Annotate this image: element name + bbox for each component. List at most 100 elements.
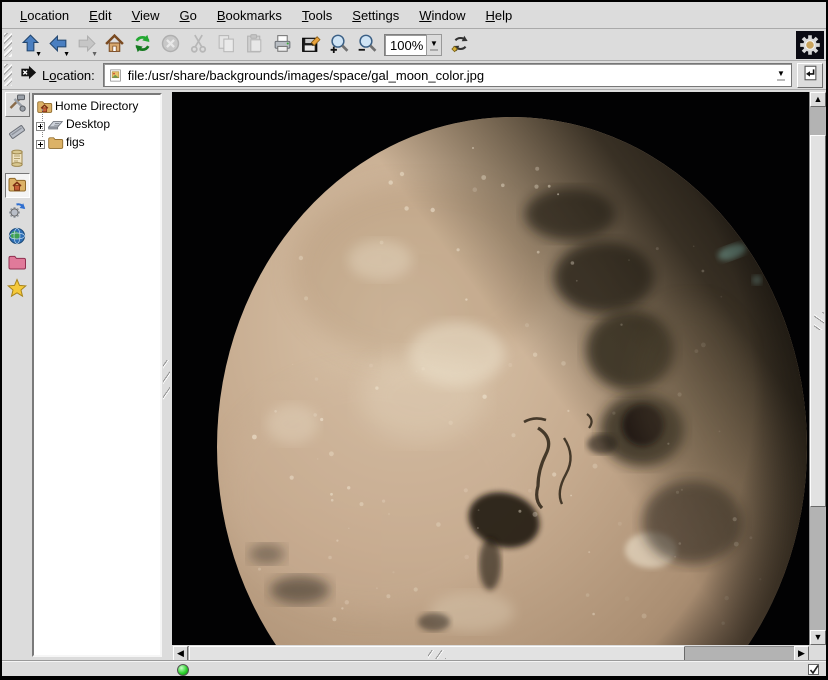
- sidebar-button-devices[interactable]: [5, 121, 30, 146]
- chevron-down-icon[interactable]: ▼: [35, 51, 42, 58]
- load-status-led: [177, 664, 189, 676]
- location-label: Location:: [42, 68, 95, 83]
- folder-tree-panel[interactable]: Home Directory Desktop figs: [32, 93, 162, 657]
- sidebar-button-bookmarks[interactable]: [5, 277, 30, 302]
- menu-go[interactable]: Go: [172, 5, 205, 26]
- vertical-scrollbar[interactable]: ▲ ▼: [809, 92, 827, 645]
- clear-location-icon: [19, 63, 38, 87]
- zoom-out-button[interactable]: [352, 31, 380, 59]
- star-icon: [7, 278, 27, 301]
- desktop-icon: [47, 116, 64, 133]
- menu-view[interactable]: View: [124, 5, 168, 26]
- zoom-out-icon: [356, 33, 377, 57]
- menu-window[interactable]: Window: [411, 5, 473, 26]
- thumb-grip: [428, 650, 446, 659]
- tree-item-desktop[interactable]: Desktop: [36, 115, 160, 133]
- sidebar-button-history[interactable]: [5, 147, 30, 172]
- tree-item-label: figs: [66, 135, 85, 149]
- scroll-right-arrow[interactable]: ▶: [794, 646, 809, 661]
- save-as-button[interactable]: [296, 31, 324, 59]
- scroll-up-arrow[interactable]: ▲: [810, 92, 826, 107]
- scrollbar-corner: [809, 646, 827, 661]
- tree-connector-line: [42, 109, 43, 137]
- moon-image: [172, 92, 809, 645]
- go-button[interactable]: [797, 63, 823, 88]
- tree-expander-icon[interactable]: [36, 138, 45, 147]
- rotate-slot: [446, 31, 474, 59]
- tree-item-home-directory[interactable]: Home Directory: [36, 97, 160, 115]
- location-input[interactable]: file:/usr/share/backgrounds/images/space…: [103, 63, 792, 87]
- rotate-icon: [450, 33, 471, 57]
- tree-expander-icon[interactable]: [36, 120, 45, 129]
- clear-location-button[interactable]: [16, 63, 40, 87]
- active-view-indicator[interactable]: [807, 663, 821, 677]
- thumb-grip: [814, 312, 824, 330]
- sidebar-button-network[interactable]: [5, 225, 30, 250]
- menu-bookmarks[interactable]: Bookmarks: [209, 5, 290, 26]
- zoom-level-value[interactable]: 100%: [384, 34, 426, 56]
- horizontal-scrollbar-thumb[interactable]: [189, 646, 685, 661]
- vertical-scrollbar-thumb[interactable]: [810, 135, 826, 507]
- home-icon: [104, 33, 125, 57]
- stop-icon: [160, 33, 181, 57]
- reload-icon: [132, 33, 153, 57]
- menu-tools[interactable]: Tools: [294, 5, 340, 26]
- sidebar-button-services[interactable]: [5, 199, 30, 224]
- hard-disk-icon: [7, 122, 27, 145]
- menubar: LocationEditViewGoBookmarksToolsSettings…: [2, 2, 826, 29]
- globe-icon: [7, 226, 27, 249]
- go-enter-icon: [801, 64, 819, 87]
- cut-icon: [188, 33, 209, 57]
- chevron-down-icon[interactable]: ▼: [773, 65, 789, 85]
- rotate-button[interactable]: [446, 31, 474, 59]
- tree-item-figs[interactable]: figs: [36, 133, 160, 151]
- panel-splitter[interactable]: [162, 92, 172, 660]
- tree-item-label: Desktop: [66, 117, 110, 131]
- statusbar: [2, 660, 826, 678]
- sidebar-button-home-directory[interactable]: [5, 173, 30, 198]
- scroll-left-arrow[interactable]: ◀: [173, 646, 188, 661]
- chevron-down-icon[interactable]: ▼: [91, 51, 98, 58]
- image-file-icon: [108, 68, 128, 83]
- menu-settings[interactable]: Settings: [344, 5, 407, 26]
- horizontal-scrollbar[interactable]: ◀ ▶: [173, 646, 809, 661]
- home-button[interactable]: [100, 31, 128, 59]
- scroll-icon: [7, 148, 27, 171]
- toolbar-drag-handle[interactable]: [4, 64, 12, 86]
- scroll-down-arrow[interactable]: ▼: [810, 630, 826, 645]
- kde-gear-logo-icon: [796, 31, 824, 59]
- zoom-in-button[interactable]: [324, 31, 352, 59]
- navigation-panel: [3, 92, 31, 662]
- folder-home-icon: [36, 98, 53, 115]
- location-toolbar: Location: file:/usr/share/backgrounds/im…: [2, 61, 826, 90]
- forward-button[interactable]: ▼: [72, 31, 100, 59]
- zoom-in-icon: [328, 33, 349, 57]
- chevron-down-icon[interactable]: ▼: [426, 34, 442, 56]
- content-area: Home Directory Desktop figs: [2, 90, 826, 660]
- menu-edit[interactable]: Edit: [81, 5, 119, 26]
- paste-icon: [244, 33, 265, 57]
- paste-button[interactable]: [240, 31, 268, 59]
- reload-button[interactable]: [128, 31, 156, 59]
- folder-home-icon: [7, 174, 27, 197]
- chevron-down-icon[interactable]: ▼: [63, 51, 70, 58]
- folder-icon: [47, 134, 64, 151]
- red-folder-icon: [7, 252, 27, 275]
- copy-button[interactable]: [212, 31, 240, 59]
- toolbar-drag-handle[interactable]: [4, 33, 12, 57]
- hammer-wrench-icon: [7, 93, 27, 116]
- location-value[interactable]: file:/usr/share/backgrounds/images/space…: [128, 68, 773, 83]
- sidebar-button-configure[interactable]: [5, 92, 30, 117]
- menu-help[interactable]: Help: [478, 5, 521, 26]
- cut-button[interactable]: [184, 31, 212, 59]
- menu-location[interactable]: Location: [12, 5, 77, 26]
- up-button[interactable]: ▼: [16, 31, 44, 59]
- print-button[interactable]: [268, 31, 296, 59]
- zoom-level-combo[interactable]: 100% ▼: [384, 34, 442, 56]
- konqueror-window: LocationEditViewGoBookmarksToolsSettings…: [0, 0, 828, 680]
- stop-button[interactable]: [156, 31, 184, 59]
- save-as-icon: [300, 33, 321, 57]
- back-button[interactable]: ▼: [44, 31, 72, 59]
- toolbar-buttons: ▼ ▼ ▼: [16, 31, 380, 59]
- sidebar-button-root-directory[interactable]: [5, 251, 30, 276]
